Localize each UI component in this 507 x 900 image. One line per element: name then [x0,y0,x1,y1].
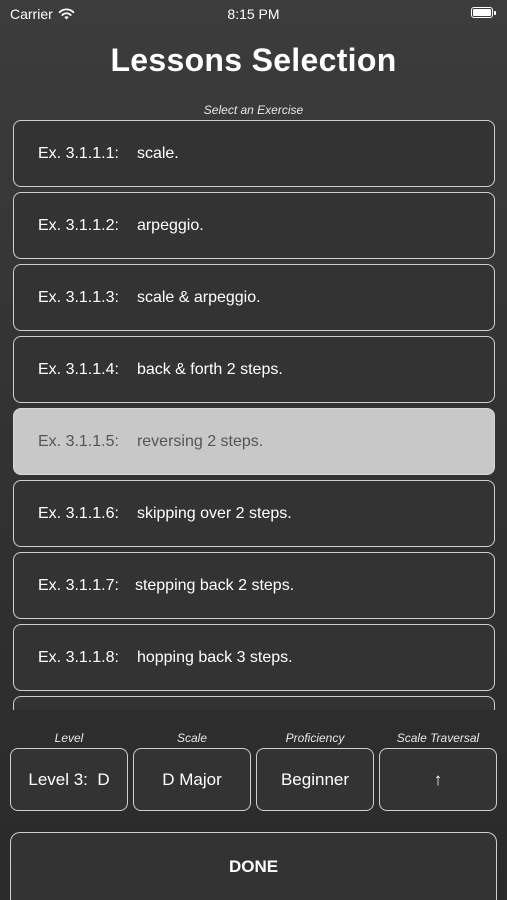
exercise-code: Ex. 3.1.1.5: [38,432,119,450]
scale-picker-button[interactable]: D Major [133,748,251,811]
exercise-item[interactable]: Ex. 3.1.1.3: scale & arpeggio. [13,264,495,331]
exercise-list-caption: Select an Exercise [203,103,304,117]
exercise-description: scale & arpeggio. [136,288,261,306]
exercise-code: Ex. 3.1.1.2: [38,216,119,234]
exercise-description: stepping back 2 steps. [134,576,295,594]
exercise-code: Ex. 3.1.1.1: [38,144,119,162]
exercise-item[interactable]: Ex. 3.1.1.4: back & forth 2 steps. [13,336,495,403]
level-label: Level [54,731,84,745]
exercise-item[interactable]: Ex. 3.1.1.6: skipping over 2 steps. [13,480,495,547]
status-bar: Carrier 8:15 PM [0,0,507,28]
exercise-description: reversing 2 steps. [136,432,264,450]
exercise-description: arpeggio. [136,216,204,234]
level-picker-button[interactable]: Level 3: D [10,748,128,811]
exercise-item-selected[interactable]: Ex. 3.1.1.5: reversing 2 steps. [13,408,495,475]
status-time: 8:15 PM [227,6,280,22]
exercise-description: scale. [136,144,179,162]
exercise-code: Ex. 3.1.1.8: [38,648,119,666]
exercise-description: hopping back 3 steps. [136,648,293,666]
battery-icon [471,7,496,18]
exercise-list[interactable]: Ex. 3.1.1.1: scale. Ex. 3.1.1.2: arpeggio.… [13,120,495,710]
scale-traversal-label: Scale Traversal [396,731,480,745]
proficiency-label: Proficiency [285,731,345,745]
page-title: Lessons Selection [110,42,397,78]
exercise-code: Ex. 3.1.1.7: [38,576,119,594]
exercise-description: back & forth 2 steps. [136,360,283,378]
exercise-code: Ex. 3.1.1.6: [38,504,119,522]
exercise-item[interactable]: Ex. 3.1.1.7: stepping back 2 steps. [13,552,495,619]
exercise-item[interactable]: Ex. 3.1.1.2: arpeggio. [13,192,495,259]
scale-label: Scale [176,731,208,745]
exercise-code: Ex. 3.1.1.4: [38,360,119,378]
proficiency-picker-button[interactable]: Beginner [256,748,374,811]
exercise-item[interactable]: Ex. 3.1.1.1: scale. [13,120,495,187]
done-button[interactable]: DONE [10,832,497,900]
exercise-description: skipping over 2 steps. [136,504,292,522]
exercise-code: Ex. 3.1.1.3: [38,288,119,306]
scale-traversal-button[interactable]: ↑ [379,748,497,811]
exercise-item[interactable]: Ex. 3.1.1.8: hopping back 3 steps. [13,624,495,691]
exercise-item-partial[interactable] [13,696,495,710]
